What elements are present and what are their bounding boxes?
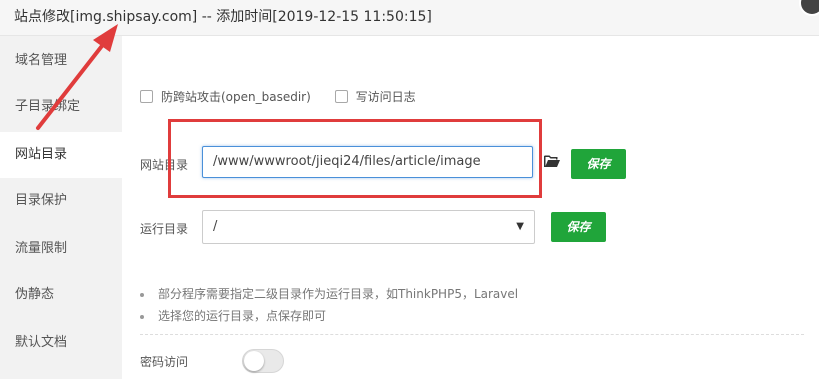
toggle-knob	[244, 351, 264, 371]
sidebar-item-domain[interactable]: 域名管理	[0, 38, 122, 84]
open-basedir-label: 防跨站攻击(open_basedir)	[161, 90, 311, 104]
chevron-down-icon: ▼	[516, 221, 524, 232]
dialog-title-bar: 站点修改[img.shipsay.com] -- 添加时间[2019-12-15…	[0, 0, 819, 36]
sidebar-item-traffic-limit[interactable]: 流量限制	[0, 226, 122, 272]
open-basedir-option[interactable]: 防跨站攻击(open_basedir)	[140, 88, 311, 105]
password-access-label: 密码访问	[140, 355, 189, 369]
run-dir-save-button[interactable]: 保存	[551, 212, 606, 242]
close-icon[interactable]	[799, 0, 819, 16]
sidebar-item-rewrite[interactable]: 伪静态	[0, 272, 122, 318]
access-log-option[interactable]: 写访问日志	[334, 88, 416, 105]
list-item: 部分程序需要指定二级目录作为运行目录，如ThinkPHP5，Laravel	[140, 283, 518, 305]
sidebar-item-subdir-binding[interactable]: 子目录绑定	[0, 84, 122, 130]
sidebar: 域名管理 子目录绑定 网站目录 目录保护 流量限制 伪静态 默认文档	[0, 36, 122, 379]
annotation-highlight-box	[168, 119, 542, 198]
access-log-label: 写访问日志	[355, 90, 416, 104]
password-access-toggle[interactable]	[242, 349, 284, 373]
run-dir-selected-value: /	[213, 219, 218, 234]
site-dir-save-button[interactable]: 保存	[571, 149, 626, 179]
dialog-title: 站点修改[img.shipsay.com] -- 添加时间[2019-12-15…	[14, 9, 432, 25]
run-dir-label: 运行目录	[140, 222, 189, 236]
main-panel: 防跨站攻击(open_basedir) 写访问日志 网站目录 /www/wwwr…	[122, 36, 819, 379]
list-item: 选择您的运行目录，点保存即可	[140, 305, 518, 327]
sidebar-item-site-directory[interactable]: 网站目录	[0, 132, 122, 178]
sidebar-item-dir-protection[interactable]: 目录保护	[0, 178, 122, 224]
bullet-icon	[140, 292, 144, 297]
sidebar-item-default-doc[interactable]: 默认文档	[0, 320, 122, 366]
options-row: 防跨站攻击(open_basedir) 写访问日志	[140, 88, 436, 104]
folder-open-icon[interactable]	[544, 154, 560, 168]
access-log-checkbox[interactable]	[334, 90, 348, 103]
run-dir-select[interactable]: / ▼	[202, 210, 535, 244]
divider	[140, 334, 804, 335]
bullet-icon	[140, 314, 144, 319]
open-basedir-checkbox[interactable]	[140, 90, 153, 103]
tips-list: 部分程序需要指定二级目录作为运行目录，如ThinkPHP5，Laravel 选择…	[140, 283, 518, 327]
